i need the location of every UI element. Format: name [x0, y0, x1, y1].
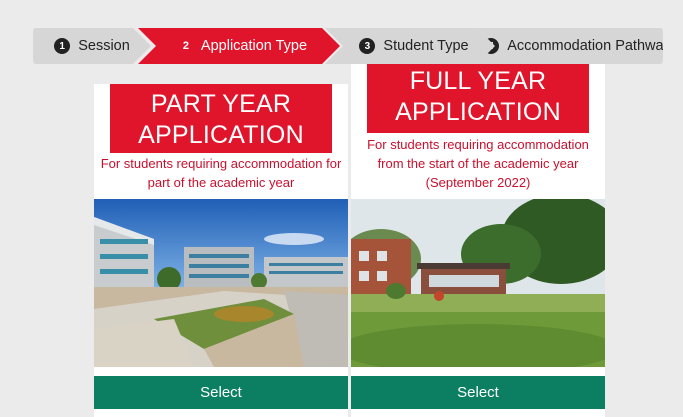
- card-title-line: PART YEAR: [150, 90, 292, 118]
- campus-lawn-building-photo: [351, 199, 605, 367]
- step-student-type[interactable]: 3 Student Type: [325, 28, 495, 64]
- card-title-line: FULL YEAR: [409, 67, 547, 95]
- step-label: Student Type: [383, 38, 469, 54]
- select-full-year-button[interactable]: Select: [351, 376, 605, 409]
- card-title-banner: FULL YEAR APPLICATION: [367, 64, 589, 133]
- full-year-card: FULL YEAR APPLICATION For students requi…: [351, 64, 605, 417]
- part-year-card: PART YEAR APPLICATION For students requi…: [94, 84, 348, 417]
- progress-stepper: 1 Session 3 Student Type 4 Accommodation…: [33, 28, 663, 64]
- modern-student-residences-photo: [94, 199, 348, 367]
- step-number-badge: 2: [182, 40, 189, 52]
- card-title-line: APPLICATION: [138, 121, 304, 149]
- step-number-badge: 3: [359, 38, 375, 54]
- card-description: For students requiring accommodation fro…: [367, 137, 589, 190]
- card-description: For students requiring accommodation for…: [100, 156, 342, 190]
- card-title-banner: PART YEAR APPLICATION: [110, 84, 332, 153]
- step-label: Application Type: [200, 38, 308, 54]
- card-title-line: APPLICATION: [395, 98, 561, 126]
- step-accommodation-pathway[interactable]: 4 Accommodation Pathway: [477, 28, 663, 64]
- step-label: Session: [78, 38, 130, 54]
- select-part-year-button[interactable]: Select: [94, 376, 348, 409]
- step-label: Accommodation Pathway: [507, 38, 671, 54]
- step-application-type[interactable]: 2 Application Type: [138, 28, 340, 64]
- step-session[interactable]: 1 Session: [33, 28, 151, 64]
- step-number-badge: 1: [54, 38, 70, 54]
